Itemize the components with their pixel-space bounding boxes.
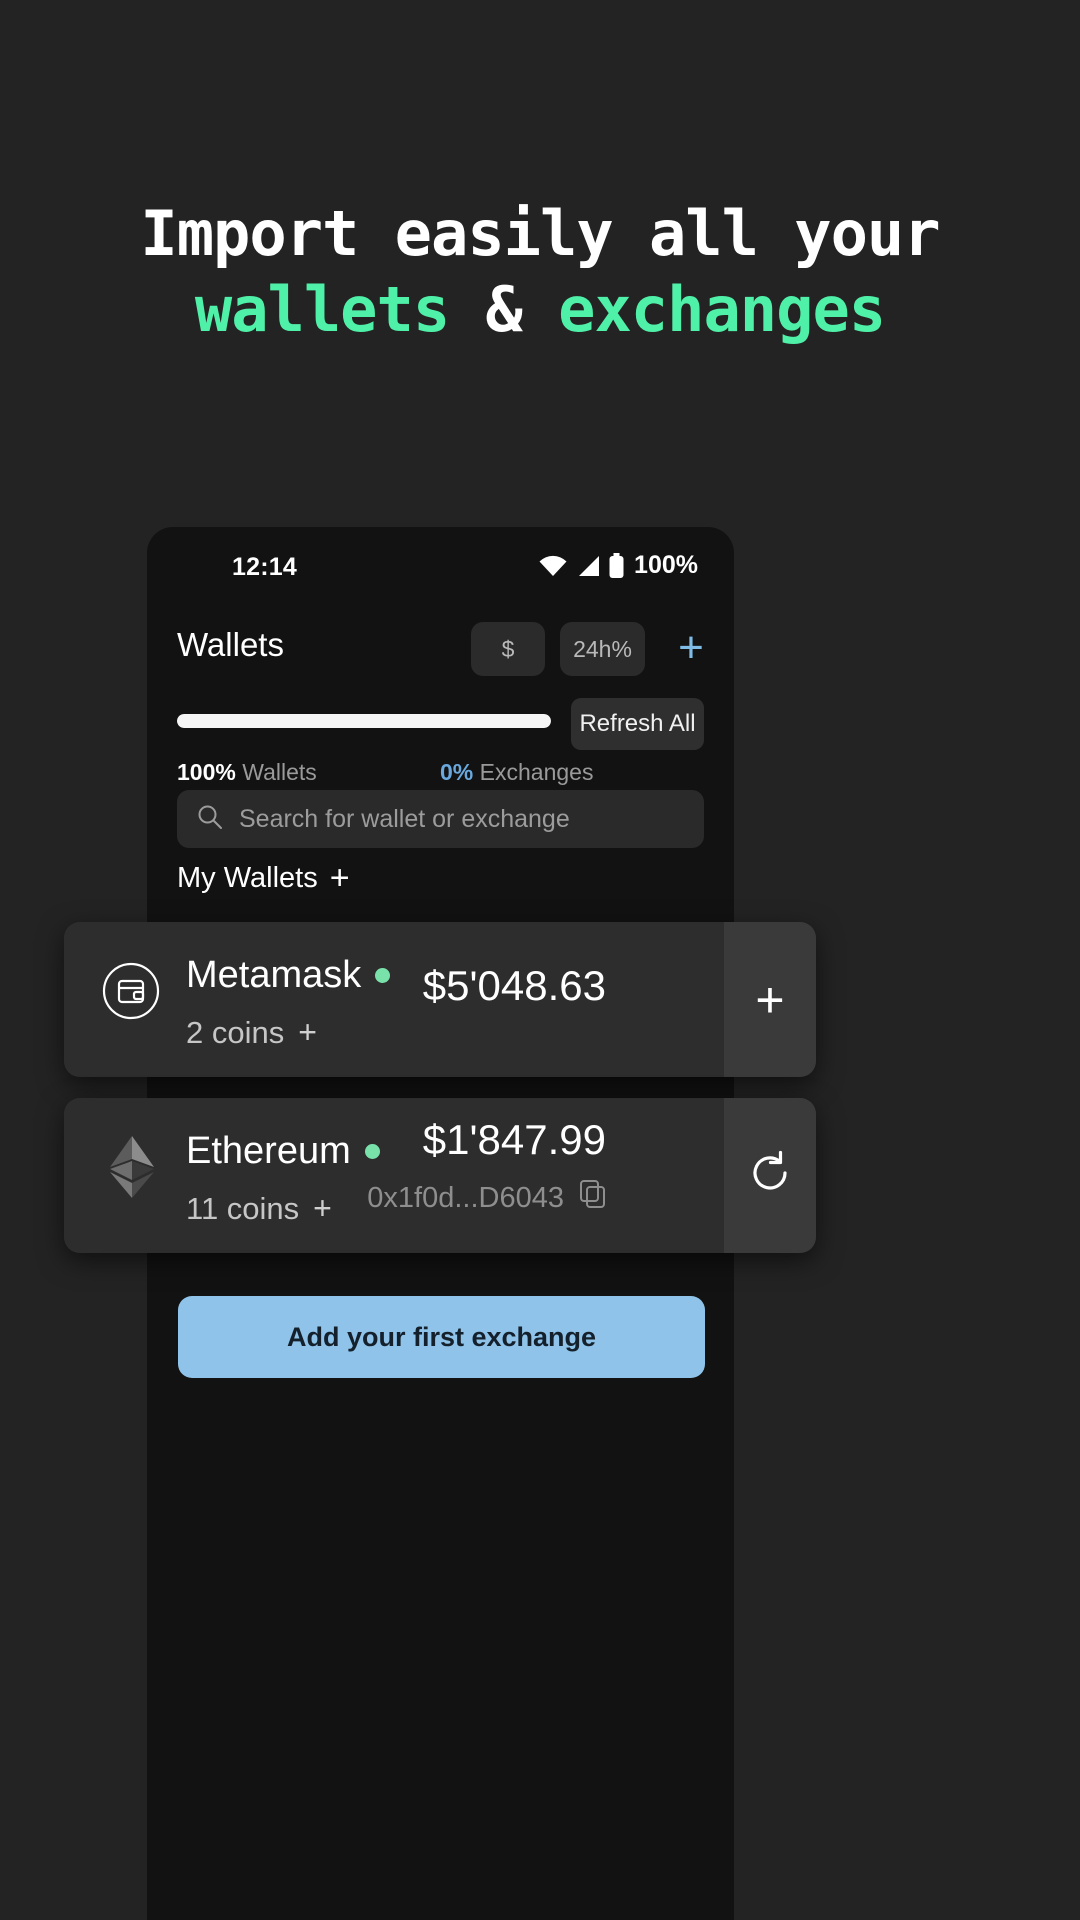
battery-percent: 100% xyxy=(634,551,698,579)
add-wallet-button[interactable]: + xyxy=(665,620,717,676)
search-input[interactable]: Search for wallet or exchange xyxy=(177,790,704,848)
plus-icon: + xyxy=(755,971,785,1028)
wallet-name-text: Ethereum xyxy=(186,1130,351,1172)
wallet-address[interactable]: 0x1f0d...D6043 xyxy=(367,1180,606,1216)
refresh-all-button[interactable]: Refresh All xyxy=(571,698,704,750)
wallet-amount: $5'048.63 xyxy=(422,962,606,1009)
ethereum-icon xyxy=(108,1136,156,1198)
wallet-card-metamask[interactable]: Metamask 2 coins + $5'048.63 + xyxy=(64,922,816,1077)
wallets-heading: Wallets xyxy=(177,626,284,663)
progress-track xyxy=(177,714,551,728)
legend-exchanges: 0% Exchanges xyxy=(440,759,593,786)
wallet-refresh-action[interactable] xyxy=(724,1098,816,1253)
battery-icon xyxy=(609,553,624,578)
status-dot xyxy=(375,968,391,983)
wallet-amount: $1'847.99 xyxy=(422,1116,606,1163)
status-time: 12:14 xyxy=(232,553,297,581)
headline-line-2: wallets & exchanges xyxy=(0,272,1080,348)
wallet-name: Metamask xyxy=(186,954,391,997)
app-header: Wallets $ 24h% + xyxy=(147,622,734,682)
search-placeholder: Search for wallet or exchange xyxy=(239,804,570,833)
refresh-icon xyxy=(747,1150,793,1201)
portfolio-progress: Refresh All xyxy=(147,698,734,750)
wallet-name-text: Metamask xyxy=(186,954,362,996)
add-coin-button[interactable]: + xyxy=(313,1190,332,1227)
wallet-coins-text: 2 coins xyxy=(186,1014,285,1050)
legend-exchanges-label: Exchanges xyxy=(479,759,594,785)
headline-ampersand: & xyxy=(485,273,523,346)
status-bar: 12:14 100% xyxy=(147,551,734,601)
wallet-coins: 2 coins + xyxy=(186,1014,317,1051)
cellular-signal-icon xyxy=(576,555,600,577)
legend-exchanges-value: 0% xyxy=(440,759,474,785)
wallet-icon xyxy=(102,962,160,1020)
wallet-card-body[interactable]: Metamask 2 coins + $5'048.63 xyxy=(64,922,724,1077)
my-wallets-label: My Wallets xyxy=(177,862,318,894)
page-title: Import easily all your wallets & exchang… xyxy=(0,196,1080,348)
wallet-coins-text: 11 coins xyxy=(186,1190,300,1226)
legend-wallets-value: 100% xyxy=(177,759,236,785)
currency-chip[interactable]: $ xyxy=(471,622,545,676)
my-wallets-section-header: My Wallets + xyxy=(177,859,350,898)
headline-exchanges: exchanges xyxy=(558,273,886,346)
headline-wallets: wallets xyxy=(194,273,450,346)
add-coin-button[interactable]: + xyxy=(298,1014,317,1051)
promo-screenshot: Import easily all your wallets & exchang… xyxy=(0,0,1080,1920)
headline-line-1: Import easily all your xyxy=(140,197,940,270)
progress-legend: 100% Wallets 0% Exchanges xyxy=(147,759,734,791)
status-indicators: 100% xyxy=(539,551,698,580)
change-period-chip[interactable]: 24h% xyxy=(560,622,645,676)
status-dot xyxy=(364,1144,380,1159)
wallet-address-text: 0x1f0d...D6043 xyxy=(367,1181,564,1214)
add-my-wallet-button[interactable]: + xyxy=(330,859,350,898)
wallet-card-body[interactable]: Ethereum 11 coins + $1'847.99 0x1f0d...D… xyxy=(64,1098,724,1253)
legend-wallets: 100% Wallets xyxy=(177,759,317,786)
wallet-name: Ethereum xyxy=(186,1130,380,1173)
copy-icon[interactable] xyxy=(580,1180,606,1216)
search-icon xyxy=(197,804,223,835)
wifi-icon xyxy=(539,555,567,577)
progress-fill xyxy=(177,714,551,728)
legend-wallets-label: Wallets xyxy=(242,759,317,785)
wallet-coins: 11 coins + xyxy=(186,1190,332,1227)
wallet-card-ethereum[interactable]: Ethereum 11 coins + $1'847.99 0x1f0d...D… xyxy=(64,1098,816,1253)
wallet-add-action[interactable]: + xyxy=(724,922,816,1077)
